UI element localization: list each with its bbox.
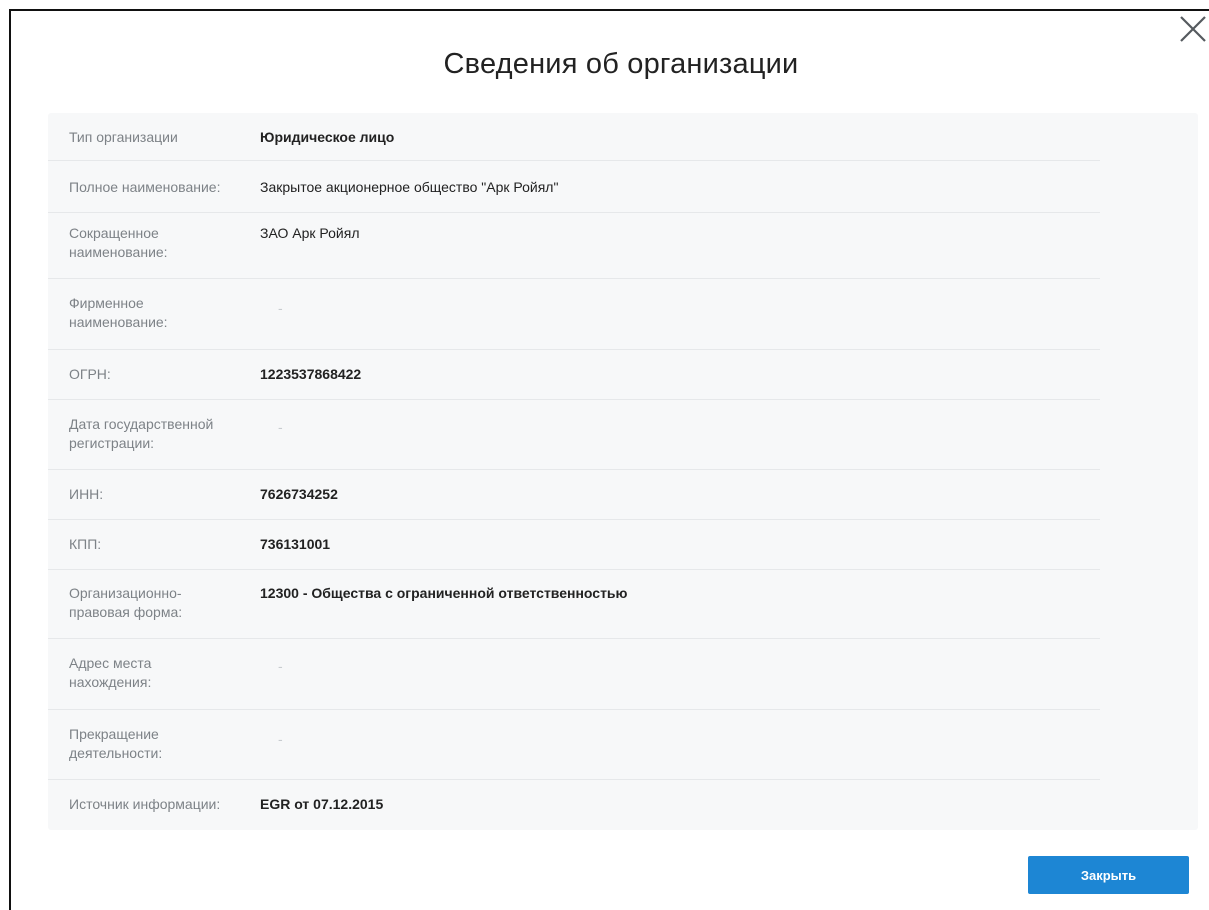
- organization-info-table: Тип организации Юридическое лицо Полное …: [48, 113, 1198, 830]
- info-row-source: Источник информации: EGR от 07.12.2015: [48, 780, 1100, 830]
- info-row-inn: ИНН: 7626734252: [48, 470, 1100, 520]
- info-row-registration-date: Дата государственной регистрации: -: [48, 400, 1100, 470]
- info-label: ОГРН:: [69, 366, 111, 382]
- close-icon[interactable]: [1178, 14, 1208, 44]
- info-value: EGR от 07.12.2015: [260, 796, 384, 812]
- info-value: -: [278, 658, 283, 674]
- info-label: Адрес места нахождения:: [69, 655, 152, 690]
- close-button[interactable]: Закрыть: [1028, 856, 1189, 894]
- modal-title: Сведения об организации: [443, 48, 799, 80]
- info-value: Юридическое лицо: [260, 129, 395, 145]
- info-row-ogrn: ОГРН: 1223537868422: [48, 350, 1100, 400]
- info-value: ЗАО Арк Ройял: [260, 225, 360, 241]
- info-value: Закрытое акционерное общество "Арк Ройял…: [260, 179, 559, 195]
- info-row-brand-name: Фирменное наименование: -: [48, 279, 1100, 350]
- info-row-full-name: Полное наименование: Закрытое акционерно…: [48, 161, 1100, 213]
- info-value: -: [278, 419, 283, 435]
- info-label: КПП:: [69, 536, 102, 552]
- info-row-termination: Прекращение деятельности: -: [48, 710, 1100, 780]
- info-row-kpp: КПП: 736131001: [48, 520, 1100, 570]
- info-label: Организационно-правовая форма:: [69, 585, 183, 620]
- info-row-org-type: Тип организации Юридическое лицо: [48, 113, 1100, 161]
- info-label: Дата государственной регистрации:: [69, 416, 214, 451]
- info-value: -: [278, 300, 283, 316]
- info-row-legal-form: Организационно-правовая форма: 12300 - О…: [48, 570, 1100, 639]
- organization-info-modal: Сведения об организации Тип организации …: [9, 9, 1209, 910]
- info-label: ИНН:: [69, 486, 104, 502]
- info-value: 12300 - Общества с ограниченной ответств…: [260, 585, 628, 601]
- info-label: Сокращенное наименование:: [69, 225, 168, 260]
- info-value: -: [278, 731, 283, 747]
- info-label: Тип организации: [69, 129, 178, 145]
- info-row-address: Адрес места нахождения: -: [48, 639, 1100, 710]
- info-value: 7626734252: [260, 486, 338, 502]
- info-value: 736131001: [260, 536, 331, 552]
- info-label: Фирменное наименование:: [69, 295, 168, 330]
- info-label: Источник информации:: [69, 796, 221, 812]
- info-label: Полное наименование:: [69, 179, 221, 195]
- info-row-short-name: Сокращенное наименование: ЗАО Арк Ройял: [48, 213, 1100, 279]
- info-label: Прекращение деятельности:: [69, 726, 163, 761]
- info-value: 1223537868422: [260, 366, 362, 382]
